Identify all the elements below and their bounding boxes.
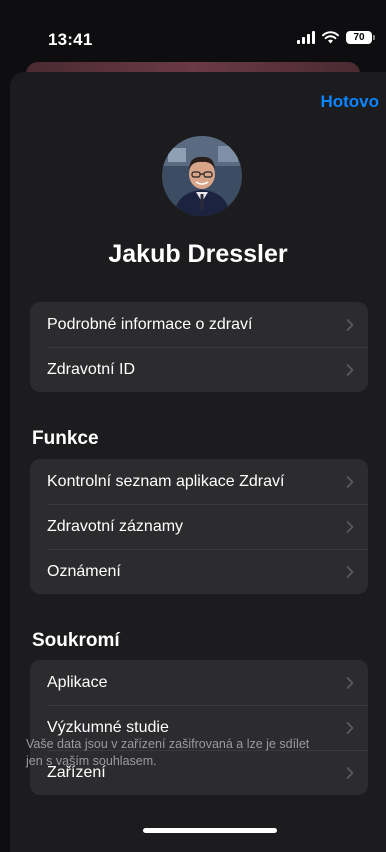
row-label: Aplikace bbox=[47, 673, 108, 691]
done-button[interactable]: Hotovo bbox=[320, 92, 379, 112]
profile-group: Podrobné informace o zdraví Zdravotní ID bbox=[30, 302, 368, 392]
avatar[interactable] bbox=[162, 136, 242, 216]
row-label: Kontrolní seznam aplikace Zdraví bbox=[47, 472, 285, 490]
chevron-right-icon bbox=[346, 363, 354, 376]
status-time: 13:41 bbox=[48, 30, 93, 49]
row-label: Oznámení bbox=[47, 562, 121, 580]
chevron-right-icon bbox=[346, 766, 354, 779]
row-label: Výzkumné studie bbox=[47, 718, 169, 736]
row-label: Zdravotní ID bbox=[47, 360, 136, 378]
privacy-group: Aplikace Výzkumné studie Zařízení bbox=[30, 660, 368, 795]
signal-icon bbox=[297, 31, 315, 44]
section-title-privacy: Soukromí bbox=[32, 630, 120, 651]
section-title-features: Funkce bbox=[32, 428, 99, 449]
chevron-right-icon bbox=[346, 318, 354, 331]
profile-name: Jakub Dressler bbox=[108, 240, 288, 268]
health-checklist-row[interactable]: Kontrolní seznam aplikace Zdraví bbox=[30, 459, 368, 504]
status-bar: 13:41 70 bbox=[0, 0, 386, 60]
wifi-icon bbox=[322, 31, 339, 44]
health-records-row[interactable]: Zdravotní záznamy bbox=[30, 504, 368, 549]
row-label: Zdravotní záznamy bbox=[47, 517, 184, 535]
medical-id-row[interactable]: Zdravotní ID bbox=[30, 347, 368, 392]
privacy-footer-note: Vaše data jsou v zařízení zašifrovaná a … bbox=[26, 737, 310, 768]
chevron-right-icon bbox=[346, 565, 354, 578]
profile-sheet: Hotovo Jakub Dressler Podrobné informace… bbox=[10, 72, 386, 852]
home-indicator[interactable] bbox=[143, 828, 277, 833]
row-label: Podrobné informace o zdraví bbox=[47, 315, 253, 333]
chevron-right-icon bbox=[346, 721, 354, 734]
health-details-row[interactable]: Podrobné informace o zdraví bbox=[30, 302, 368, 347]
status-icons: 70 bbox=[297, 31, 375, 44]
chevron-right-icon bbox=[346, 520, 354, 533]
apps-row[interactable]: Aplikace bbox=[30, 660, 368, 705]
features-group: Kontrolní seznam aplikace Zdraví Zdravot… bbox=[30, 459, 368, 594]
battery-icon: 70 bbox=[346, 31, 375, 44]
chevron-right-icon bbox=[346, 475, 354, 488]
chevron-right-icon bbox=[346, 676, 354, 689]
notifications-row[interactable]: Oznámení bbox=[30, 549, 368, 594]
